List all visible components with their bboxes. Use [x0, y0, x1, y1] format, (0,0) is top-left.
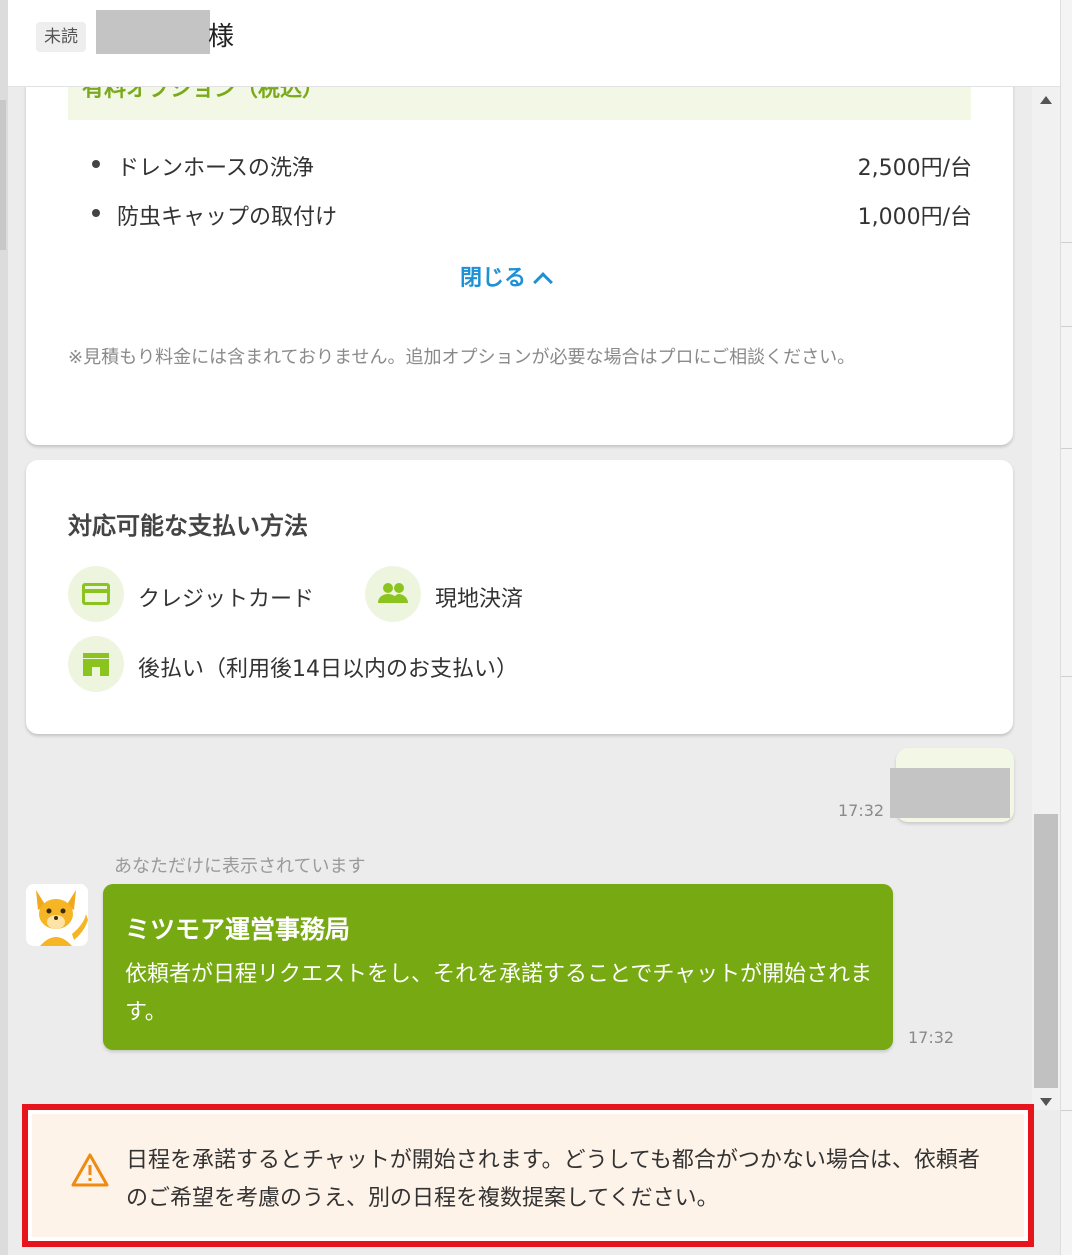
paid-options-card: 有料オプション（税込） ドレンホースの洗浄 2,500円/台 防虫キャップの取付…: [26, 60, 1013, 445]
divider: [1061, 448, 1072, 449]
scroll-down-arrow-icon[interactable]: [1040, 1098, 1052, 1106]
payment-method-label: 現地決済: [435, 587, 524, 612]
warning-icon: [71, 1153, 109, 1187]
option-item: ドレンホースの洗浄 2,500円/台: [92, 148, 972, 181]
customer-name-redacted: [96, 10, 210, 54]
option-item: 防虫キャップの取付け 1,000円/台: [92, 197, 972, 230]
payment-methods-card: 対応可能な支払い方法 クレジットカード 現地決済 後払い（利用後14日以内のお支…: [26, 460, 1013, 734]
option-price: 2,500円/台: [857, 156, 972, 181]
scroll-up-arrow-icon[interactable]: [1040, 96, 1052, 104]
alert-text: 日程を承諾するとチャットが開始されます。どうしても都合がつかない場合は、依頼者の…: [126, 1148, 980, 1211]
message-time: 17:32: [838, 801, 885, 820]
schedule-alert-highlight: 日程を承諾するとチャットが開始されます。どうしても都合がつかない場合は、依頼者の…: [22, 1104, 1034, 1247]
chevron-up-icon: [533, 272, 553, 292]
left-scroll-thumb[interactable]: [0, 100, 6, 250]
schedule-alert: 日程を承諾するとチャットが開始されます。どうしても都合がつかない場合は、依頼者の…: [32, 1114, 1024, 1237]
system-message-text: 依頼者が日程リクエストをし、それを承諾することでチャットが開始されます。: [125, 962, 873, 1025]
payment-method-label: クレジットカード: [138, 587, 315, 612]
close-options-button[interactable]: 閉じる: [460, 260, 553, 292]
visibility-notice: あなただけに表示されています: [114, 856, 366, 877]
sender-name: ミツモア運営事務局: [125, 915, 351, 944]
scrollbar-thumb[interactable]: [1034, 814, 1058, 1088]
divider: [1061, 676, 1072, 677]
options-heading: 有料オプション（税込）: [68, 86, 971, 120]
bullet-icon: [92, 209, 100, 217]
people-icon: [365, 566, 421, 622]
convenience-store-icon: [68, 636, 124, 692]
mitsumore-avatar: [26, 884, 88, 946]
customer-name-suffix: 様: [208, 22, 235, 52]
payment-methods-title: 対応可能な支払い方法: [68, 512, 308, 540]
divider: [1061, 1110, 1072, 1111]
options-note: ※見積もり料金には含まれておりません。追加オプションが必要な場合はプロにご相談く…: [68, 347, 856, 368]
system-message-bubble: ミツモア運営事務局 依頼者が日程リクエストをし、それを承諾することでチャットが開…: [103, 884, 893, 1050]
right-panel-strip: [1060, 0, 1072, 1255]
divider: [1061, 326, 1072, 327]
message-time: 17:32: [908, 1028, 955, 1047]
credit-card-icon: [68, 566, 124, 622]
left-panel-strip: [0, 0, 8, 1255]
message-redacted: [890, 768, 1010, 818]
option-label: 防虫キャップの取付け: [117, 205, 338, 230]
chat-header: 未読 様: [8, 0, 1060, 87]
option-label: ドレンホースの洗浄: [117, 156, 314, 181]
my-message-bubble: [890, 748, 1014, 822]
divider: [1061, 242, 1072, 243]
chat-scrollbar[interactable]: [1032, 86, 1060, 1110]
bullet-icon: [92, 160, 100, 168]
unread-badge: 未読: [36, 22, 86, 52]
option-price: 1,000円/台: [857, 205, 972, 230]
close-options-label: 閉じる: [460, 266, 527, 291]
payment-method-label: 後払い（利用後14日以内のお支払い）: [138, 657, 518, 682]
